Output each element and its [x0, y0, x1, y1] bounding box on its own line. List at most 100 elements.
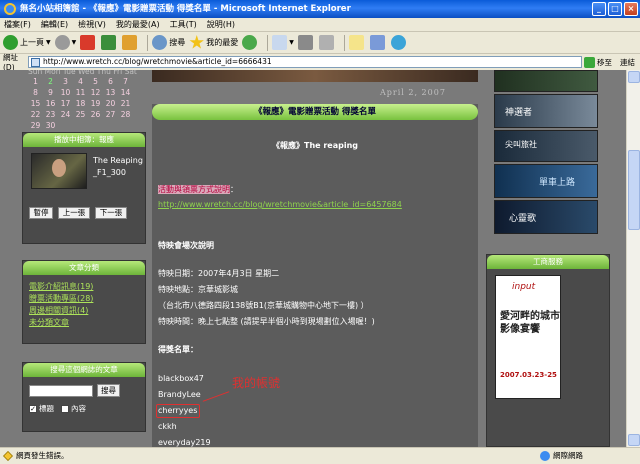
- cal-day: 15: [30, 99, 41, 108]
- links-button[interactable]: 連結: [616, 57, 640, 68]
- screening-date: 特映日期：2007年4月3日 星期二: [158, 269, 280, 278]
- home-button[interactable]: [122, 33, 139, 53]
- blog-search-panel: 搜尋這個網誌的文章 搜尋 ✓ 標題 內容: [22, 362, 146, 432]
- category-link[interactable]: 電影介紹訊息(19): [29, 281, 139, 293]
- address-input[interactable]: http://www.wretch.cc/blog/wretchmovie&ar…: [28, 56, 582, 68]
- cal-day: 6: [108, 77, 113, 86]
- messenger-icon: [390, 35, 406, 50]
- search-button[interactable]: 搜尋: [152, 33, 185, 53]
- search-icon: [152, 35, 168, 50]
- next-photo-button[interactable]: 下一張: [95, 207, 127, 219]
- messenger-button[interactable]: [390, 33, 408, 53]
- cal-day: 20: [105, 99, 116, 108]
- poster-image[interactable]: 單車上路: [494, 164, 598, 198]
- vertical-scrollbar[interactable]: [626, 70, 640, 447]
- ad-logo: input: [512, 282, 536, 292]
- warning-icon[interactable]: [3, 451, 13, 461]
- blog-search-button[interactable]: 搜尋: [97, 384, 120, 397]
- menu-bar: 檔案(F) 編輯(E) 檢視(V) 我的最愛(A) 工具(T) 說明(H): [0, 18, 640, 32]
- cal-day: 29: [30, 121, 41, 130]
- cal-day: 1: [33, 77, 38, 86]
- checkbox-checked-icon: ✓: [29, 404, 37, 413]
- section-screening: 特映會場次說明: [158, 241, 214, 250]
- winner-name: BrandyLee: [158, 390, 201, 399]
- poster-image[interactable]: 心靈歌: [494, 200, 598, 234]
- album-thumbnail[interactable]: [31, 153, 87, 189]
- edit-button[interactable]: [318, 33, 336, 53]
- category-link[interactable]: 未分類文章: [29, 317, 139, 329]
- cal-day: 22: [30, 110, 41, 119]
- mail-button[interactable]: ▼: [272, 33, 294, 53]
- search-content-option[interactable]: 內容: [61, 403, 86, 414]
- menu-tools[interactable]: 工具(T): [170, 18, 197, 31]
- calendar-row: 123 4 5 6 7: [28, 76, 148, 87]
- poster-image[interactable]: 尖叫旅社: [494, 130, 598, 162]
- cal-day: 10: [60, 88, 71, 97]
- cal-day[interactable]: 2: [43, 76, 58, 87]
- category-link[interactable]: 周邊相關資訊(4): [29, 305, 139, 317]
- security-zone: 網際網路: [540, 448, 583, 464]
- address-label: 網址(D): [3, 53, 18, 72]
- forward-button[interactable]: ▼: [54, 33, 76, 53]
- calendar-row: 15 16 17 18 19 20 21: [28, 98, 148, 109]
- poster-image[interactable]: [494, 70, 598, 92]
- history-button[interactable]: [242, 33, 259, 53]
- now-playing-panel: 播放中相簿：報應 The Reaping_F1_300 暫停 上一張 下一張: [22, 132, 146, 244]
- menu-file[interactable]: 檔案(F): [4, 18, 31, 31]
- home-icon: [122, 35, 138, 50]
- page-icon: [31, 58, 40, 67]
- annotation-text: 我的帳號: [232, 376, 281, 390]
- ad-banner[interactable]: input 愛河畔的城市影像宴饗 2007.03.23-25: [495, 275, 561, 399]
- notes-button[interactable]: [348, 33, 366, 53]
- cal-day: 19: [90, 99, 101, 108]
- scroll-thumb[interactable]: [628, 150, 640, 230]
- scroll-up-button[interactable]: [628, 71, 640, 83]
- checkbox-icon: [61, 404, 69, 413]
- cal-day: 17: [60, 99, 71, 108]
- globe-icon: [540, 451, 550, 461]
- close-button[interactable]: ×: [624, 2, 638, 16]
- print-icon: [297, 35, 313, 50]
- article-title[interactable]: 《報應》電影贈票活動 得獎名單: [152, 104, 478, 120]
- winner-name: ckkh: [158, 422, 177, 431]
- menu-favorites[interactable]: 我的最愛(A): [116, 18, 160, 31]
- menu-edit[interactable]: 編輯(E): [41, 18, 68, 31]
- window-title-bar: 無名小站相簿館 - 《報應》電影贈票活動 得獎名單 - Microsoft In…: [0, 0, 640, 18]
- menu-view[interactable]: 檢視(V): [78, 18, 106, 31]
- article: 《報應》電影贈票活動 得獎名單 《報應》The reaping 活動與領票方式說…: [152, 104, 478, 447]
- ad-title: 愛河畔的城市影像宴饗: [500, 311, 560, 335]
- back-arrow-icon: [3, 35, 18, 50]
- album-caption: The Reaping_F1_300: [93, 156, 143, 177]
- pause-button[interactable]: 暫停: [29, 207, 53, 219]
- poster-image[interactable]: 神選者: [494, 94, 598, 128]
- cal-day: 16: [45, 99, 56, 108]
- maximize-button[interactable]: □: [608, 2, 622, 16]
- scroll-down-button[interactable]: [628, 434, 640, 446]
- address-url: http://www.wretch.cc/blog/wretchmovie&ar…: [43, 57, 272, 66]
- cal-day: 23: [45, 110, 56, 119]
- header-banner: [152, 70, 478, 82]
- minimize-button[interactable]: _: [592, 2, 606, 16]
- research-icon: [369, 35, 385, 50]
- search-title-option[interactable]: ✓ 標題: [29, 403, 54, 414]
- toolbar-divider: [147, 34, 149, 51]
- cal-day: 14: [120, 88, 131, 97]
- menu-help[interactable]: 說明(H): [207, 18, 235, 31]
- cal-day: 21: [120, 99, 131, 108]
- stop-button[interactable]: [80, 33, 97, 53]
- category-link[interactable]: 贈票活動專區(28): [29, 293, 139, 305]
- print-button[interactable]: [297, 33, 315, 53]
- favorites-button[interactable]: 我的最愛: [189, 33, 238, 53]
- star-icon: [189, 35, 204, 49]
- research-button[interactable]: [369, 33, 387, 53]
- refresh-button[interactable]: [101, 33, 118, 53]
- back-button[interactable]: 上一頁 ▼: [3, 33, 51, 53]
- go-arrow-icon: [584, 56, 595, 68]
- cal-day: 28: [120, 110, 131, 119]
- cal-day: 4: [78, 77, 83, 86]
- rule-link[interactable]: http://www.wretch.cc/blog/wretchmovie&ar…: [158, 200, 402, 209]
- blog-search-input[interactable]: [29, 385, 93, 397]
- go-button[interactable]: 移至: [584, 56, 616, 68]
- prev-photo-button[interactable]: 上一張: [58, 207, 90, 219]
- note-icon: [348, 35, 364, 50]
